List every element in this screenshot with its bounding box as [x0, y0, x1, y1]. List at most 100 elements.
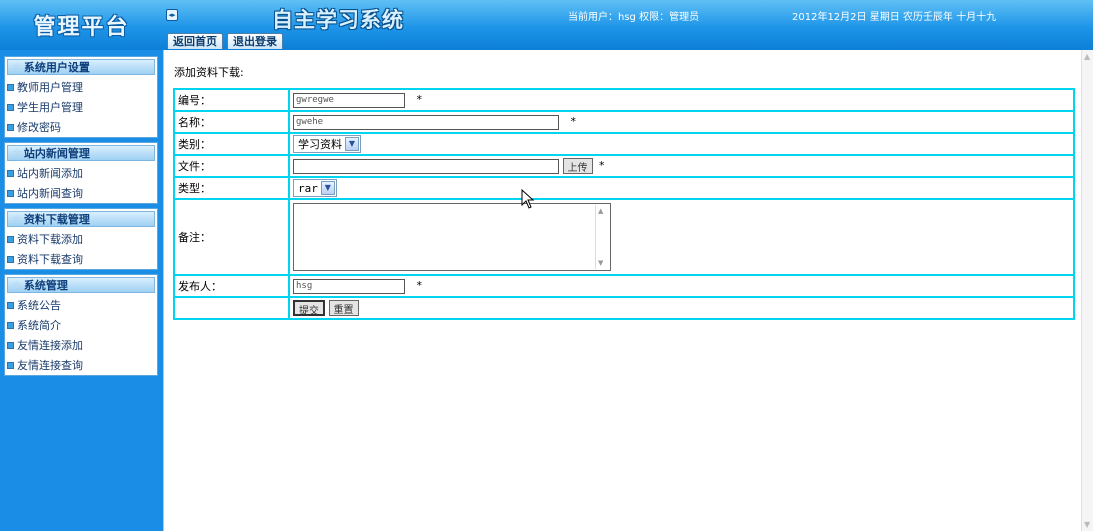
file-label: 文件：: [174, 155, 289, 177]
sidebar-item-change-password[interactable]: 修改密码: [5, 117, 157, 137]
menu-header-downloads[interactable]: ☆ 资料下载管理: [7, 211, 155, 227]
menu-group-news: ☆ 站内新闻管理 站内新闻添加 站内新闻查询: [4, 142, 158, 204]
sidebar-item-announcement[interactable]: 系统公告: [5, 295, 157, 315]
category-cell: 学习资料 ▼: [289, 133, 1074, 155]
square-bullet-icon: [7, 103, 14, 111]
add-download-form: 编号： * 名称： * 类别： 学习资料▼ 文件： 上传 *: [173, 88, 1075, 320]
tab-home[interactable]: 返回首页: [167, 33, 223, 49]
type-cell: rar ▼: [289, 177, 1074, 199]
chevron-down-icon[interactable]: ▼: [320, 181, 335, 195]
sidebar-item-news-add[interactable]: 站内新闻添加: [5, 163, 157, 183]
square-bullet-icon: [7, 321, 14, 329]
mouse-cursor-icon: [521, 189, 535, 209]
menu-header-label: 系统用户设置: [23, 61, 90, 74]
current-user-info: 当前用户：hsg 权限：管理员: [568, 12, 700, 23]
form-row-name: 名称： *: [174, 111, 1074, 133]
note-textarea[interactable]: ▲ ▼: [293, 203, 611, 271]
star-icon: ☆: [12, 146, 22, 160]
form-row-publisher: 发布人： *: [174, 275, 1074, 297]
type-label: 类型：: [174, 177, 289, 199]
form-row-actions: 提交 重置: [174, 297, 1074, 319]
name-cell: *: [289, 111, 1074, 133]
sidebar-item-label: 站内新闻查询: [17, 187, 83, 200]
sidebar-item-news-query[interactable]: 站内新闻查询: [5, 183, 157, 203]
square-bullet-icon: [7, 361, 14, 369]
menu-header-user-settings[interactable]: ☆ 系统用户设置: [7, 59, 155, 75]
upload-button[interactable]: 上传: [562, 158, 593, 174]
required-mark: *: [416, 93, 423, 106]
menu-header-label: 站内新闻管理: [23, 147, 90, 160]
sidebar-item-label: 友情连接添加: [17, 339, 83, 352]
top-tabs: 返回首页 退出登录: [167, 33, 283, 49]
type-selected-value: rar: [298, 181, 318, 195]
required-mark: *: [570, 115, 577, 128]
submit-button[interactable]: 提交: [293, 300, 325, 317]
page-title: 添加资料下载:: [174, 66, 244, 79]
sidebar-item-label: 学生用户管理: [17, 101, 83, 114]
chevron-down-icon[interactable]: ▼: [345, 137, 359, 151]
actions-label: [174, 297, 289, 319]
category-selected-value: 学习资料: [298, 138, 342, 151]
name-input[interactable]: [293, 114, 559, 130]
menu-group-downloads: ☆ 资料下载管理 资料下载添加 资料下载查询: [4, 208, 158, 270]
file-input[interactable]: [293, 158, 559, 174]
file-cell: 上传 *: [289, 155, 1074, 177]
sidebar-item-link-query[interactable]: 友情连接查询: [5, 355, 157, 375]
sidebar-item-link-add[interactable]: 友情连接添加: [5, 335, 157, 355]
menu-header-label: 资料下载管理: [23, 213, 90, 226]
sidebar-item-label: 站内新闻添加: [17, 167, 83, 180]
required-mark: *: [599, 159, 605, 172]
scroll-up-icon[interactable]: ▲: [1084, 52, 1090, 61]
sidebar-item-label: 友情连接查询: [17, 359, 83, 372]
category-select[interactable]: 学习资料 ▼: [293, 135, 361, 153]
toggle-sidebar-icon[interactable]: ◂▸: [166, 9, 178, 21]
sidebar-item-download-query[interactable]: 资料下载查询: [5, 249, 157, 269]
publisher-cell: *: [289, 275, 1074, 297]
main-scrollbar[interactable]: ▲ ▼: [1081, 50, 1093, 531]
square-bullet-icon: [7, 235, 14, 243]
menu-header-system[interactable]: ☆ 系统管理: [7, 277, 155, 293]
brand-text: 管理平台: [33, 14, 130, 40]
form-row-id: 编号： *: [174, 89, 1074, 111]
menu-group-user-settings: ☆ 系统用户设置 教师用户管理 学生用户管理 修改密码: [4, 56, 158, 138]
form-row-type: 类型： rar ▼: [174, 177, 1074, 199]
tab-logout[interactable]: 退出登录: [227, 33, 283, 49]
sidebar-item-label: 修改密码: [17, 121, 61, 134]
publisher-input[interactable]: [293, 278, 405, 294]
form-row-note: 备注： ▲ ▼: [174, 199, 1074, 275]
id-label: 编号：: [174, 89, 289, 111]
id-input[interactable]: [293, 92, 405, 108]
scroll-down-icon[interactable]: ▼: [598, 259, 603, 267]
menu-group-system: ☆ 系统管理 系统公告 系统简介 友情连接添加 友情连接查询: [4, 274, 158, 376]
brand-logo: 管理平台: [0, 0, 163, 50]
sidebar-item-label: 系统简介: [17, 319, 61, 332]
square-bullet-icon: [7, 341, 14, 349]
required-mark: *: [416, 279, 423, 292]
menu-header-news[interactable]: ☆ 站内新闻管理: [7, 145, 155, 161]
textarea-scrollbar[interactable]: ▲ ▼: [595, 205, 609, 269]
reset-button[interactable]: 重置: [328, 300, 359, 316]
category-label: 类别：: [174, 133, 289, 155]
scroll-up-icon[interactable]: ▲: [598, 207, 603, 215]
name-label: 名称：: [174, 111, 289, 133]
star-icon: ☆: [12, 278, 22, 292]
id-cell: *: [289, 89, 1074, 111]
main-content: 添加资料下载: 编号： * 名称： * 类别： 学习资料▼ 文件：: [163, 50, 1093, 531]
date-info: 2012年12月2日 星期日 农历壬辰年 十月十九: [792, 12, 997, 23]
scroll-down-icon[interactable]: ▼: [1084, 520, 1090, 529]
system-title: 自主学习系统: [272, 7, 404, 32]
sidebar-item-student-users[interactable]: 学生用户管理: [5, 97, 157, 117]
square-bullet-icon: [7, 123, 14, 131]
sidebar: ☆ 系统用户设置 教师用户管理 学生用户管理 修改密码 ☆ 站内新闻管理 站内新闻添…: [0, 50, 163, 531]
note-cell: ▲ ▼: [289, 199, 1074, 275]
square-bullet-icon: [7, 189, 14, 197]
note-label: 备注：: [174, 199, 289, 275]
form-row-category: 类别： 学习资料 ▼: [174, 133, 1074, 155]
type-select[interactable]: rar ▼: [293, 179, 337, 197]
sidebar-item-system-intro[interactable]: 系统简介: [5, 315, 157, 335]
sidebar-item-download-add[interactable]: 资料下载添加: [5, 229, 157, 249]
sidebar-item-teacher-users[interactable]: 教师用户管理: [5, 77, 157, 97]
publisher-label: 发布人：: [174, 275, 289, 297]
sidebar-item-label: 资料下载添加: [17, 233, 83, 246]
square-bullet-icon: [7, 169, 14, 177]
